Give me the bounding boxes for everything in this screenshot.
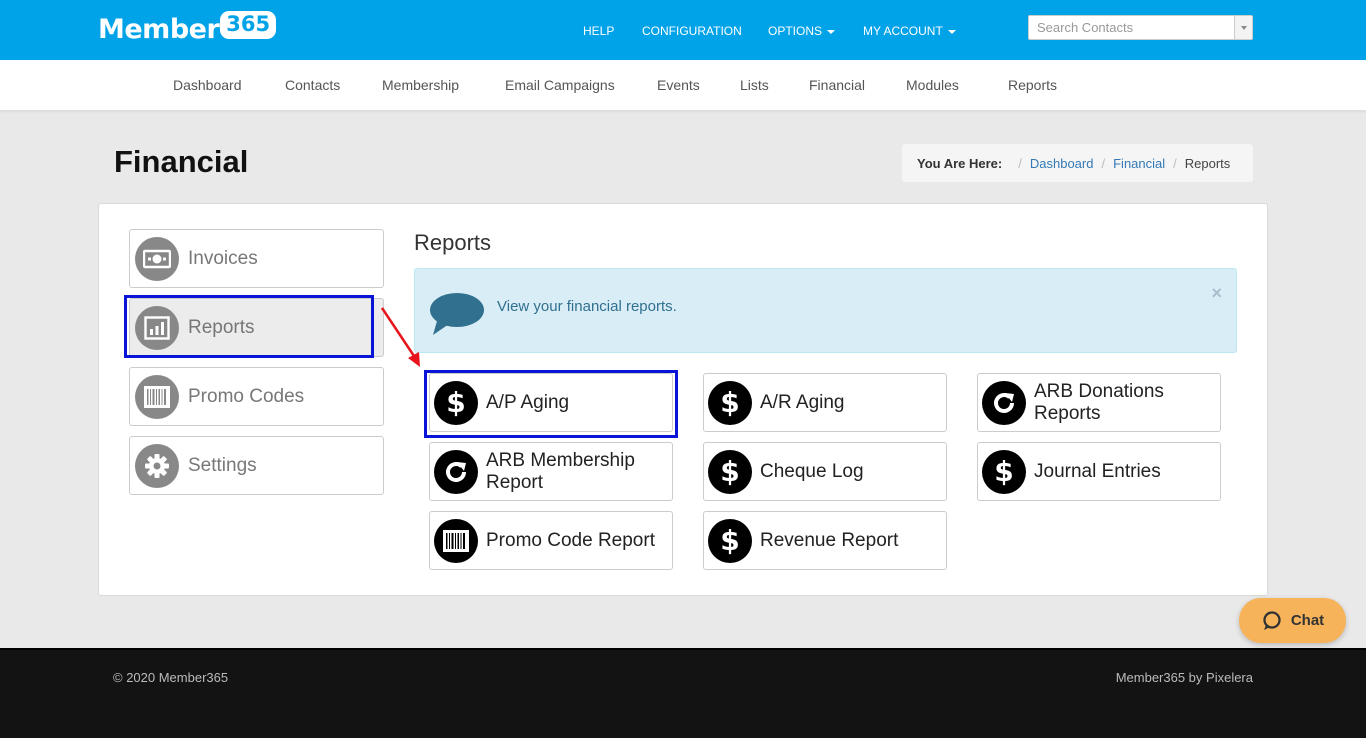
report-tile-ap-aging[interactable]: $ A/P Aging [429,373,673,432]
chat-button[interactable]: Chat [1239,598,1346,643]
breadcrumb-current: Reports [1184,155,1231,171]
caret-down-icon [1240,25,1247,30]
sidebar-item-label: Settings [188,454,257,476]
footer-credit: Member365 by Pixelera [1115,670,1253,685]
tile-label: Revenue Report [760,529,899,551]
dollar-icon: $ [434,380,478,425]
sidebar-item-label: Promo Codes [188,385,305,407]
tile-label: A/P Aging [486,391,570,413]
annotation-arrow [380,307,420,367]
nav-email-campaigns[interactable]: Email Campaigns [505,77,615,93]
refresh-icon [434,449,478,494]
page-title: Financial [114,144,249,179]
main-nav: Dashboard Contacts Membership Email Camp… [0,60,1366,111]
report-tile-journal-entries[interactable]: $ Journal Entries [977,442,1221,501]
breadcrumb-separator: / [1173,155,1177,171]
caret-down-icon [947,29,956,34]
sidebar-item-settings[interactable]: Settings [129,436,384,495]
nav-contacts[interactable]: Contacts [285,77,340,93]
report-tile-revenue-report[interactable]: $ Revenue Report [703,511,947,570]
gear-icon [135,443,179,488]
breadcrumb-separator: / [1018,155,1022,171]
nav-reports[interactable]: Reports [1008,77,1057,93]
report-tile-arb-membership[interactable]: ARB Membership Report [429,442,673,501]
refresh-icon [982,380,1026,425]
info-alert: View your financial reports. × [414,268,1237,353]
sidebar-item-label: Reports [188,316,255,338]
sidebar-item-invoices[interactable]: Invoices [129,229,384,288]
nav-modules[interactable]: Modules [906,77,959,93]
report-tile-arb-donations[interactable]: ARB Donations Reports [977,373,1221,432]
dollar-icon: $ [708,518,752,563]
dollar-icon: $ [708,380,752,425]
chat-label: Chat [1290,612,1325,629]
breadcrumb-label: You Are Here: [917,155,1003,171]
close-icon[interactable]: × [1211,283,1222,304]
speech-bubble-icon [429,291,485,342]
breadcrumb: You Are Here: / Dashboard / Financial / … [902,144,1253,182]
search-dropdown-button[interactable] [1234,16,1252,39]
footer-copyright: © 2020 Member365 [113,670,229,685]
alert-message: View your financial reports. [497,298,677,315]
sidebar-item-reports[interactable]: Reports [129,298,384,357]
caret-down-icon [827,29,836,34]
report-tile-ar-aging[interactable]: $ A/R Aging [703,373,947,432]
search-contacts [1028,15,1253,40]
my-account-menu[interactable]: MY ACCOUNT [863,24,956,38]
report-tile-promo-code-report[interactable]: Promo Code Report [429,511,673,570]
nav-financial[interactable]: Financial [809,77,865,93]
report-tile-cheque-log[interactable]: $ Cheque Log [703,442,947,501]
reports-heading: Reports [414,230,492,255]
search-input[interactable] [1029,16,1234,39]
chat-bubble-icon [1263,610,1281,630]
nav-dashboard[interactable]: Dashboard [173,77,242,93]
breadcrumb-dashboard[interactable]: Dashboard [1030,156,1094,171]
configuration-link[interactable]: CONFIGURATION [642,24,742,38]
tile-label: Cheque Log [760,460,864,482]
tile-label: Promo Code Report [486,529,655,551]
nav-events[interactable]: Events [657,77,700,93]
dollar-icon: $ [708,449,752,494]
tile-label: ARB Donations Reports [1034,380,1164,424]
nav-lists[interactable]: Lists [740,77,769,93]
tile-label: A/R Aging [760,391,845,413]
tile-label: Journal Entries [1034,460,1161,482]
tile-label: ARB Membership Report [486,449,635,493]
money-bill-icon [135,236,179,281]
barcode-icon [135,374,179,419]
sidebar-item-promo-codes[interactable]: Promo Codes [129,367,384,426]
bar-chart-icon [135,305,179,350]
dollar-icon: $ [982,449,1026,494]
nav-membership[interactable]: Membership [382,77,459,93]
breadcrumb-financial[interactable]: Financial [1113,156,1165,171]
help-link[interactable]: HELP [583,24,614,38]
breadcrumb-separator: / [1101,155,1106,171]
top-bar: Member 365 HELP CONFIGURATION OPTIONS MY… [0,0,1366,60]
member365-logo[interactable]: Member 365 [98,11,277,47]
barcode-icon [434,518,478,563]
footer: © 2020 Member365 Member365 by Pixelera [0,648,1366,738]
options-menu[interactable]: OPTIONS [768,24,836,38]
sidebar-item-label: Invoices [188,247,258,269]
